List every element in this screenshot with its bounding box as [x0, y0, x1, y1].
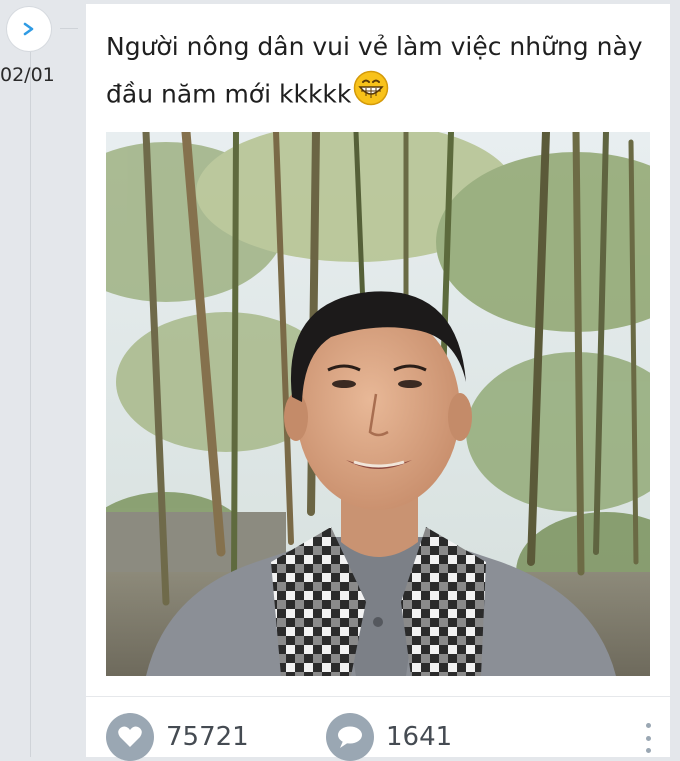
timeline-connector: [60, 28, 78, 29]
chevron-right-icon: [23, 22, 34, 36]
action-bar: 75721 1641: [86, 696, 670, 761]
grinning-face-emoji: [353, 70, 389, 121]
post-date: 02/01: [0, 64, 55, 86]
vertical-dots-icon[interactable]: [644, 723, 652, 753]
heart-icon: [106, 713, 154, 761]
like-button[interactable]: 75721: [106, 713, 249, 761]
comment-button[interactable]: 1641: [326, 713, 452, 761]
timeline-marker[interactable]: [7, 7, 51, 51]
post-card[interactable]: Người nông dân vui vẻ làm việc những này…: [86, 4, 670, 761]
comment-count: 1641: [386, 722, 453, 752]
timeline-line: [30, 52, 31, 757]
speech-bubble-icon: [326, 713, 374, 761]
post-text-block: Người nông dân vui vẻ làm việc những này…: [106, 24, 654, 121]
like-count: 75721: [166, 722, 249, 752]
post-photo[interactable]: [106, 132, 650, 676]
